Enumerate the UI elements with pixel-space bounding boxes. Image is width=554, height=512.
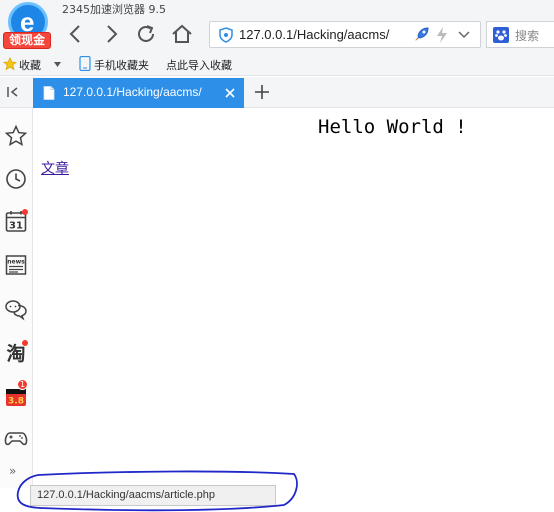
sidebar-calendar[interactable]: 31 — [4, 209, 28, 233]
promo-label: 3.8 — [8, 397, 24, 407]
back-button[interactable] — [64, 22, 88, 46]
mobile-phone-icon — [79, 56, 91, 71]
promo-count-badge: 1 — [17, 379, 28, 390]
import-bookmarks-link[interactable]: 点此导入收藏 — [166, 57, 232, 73]
shield-icon[interactable] — [218, 27, 234, 43]
address-bar[interactable]: 127.0.0.1/Hacking/aacms/ — [209, 21, 481, 48]
status-hover-url: 127.0.0.1/Hacking/aacms/article.php — [37, 489, 215, 501]
tab-bar: 127.0.0.1/Hacking/aacms/ — [0, 77, 554, 108]
caret-down-icon[interactable] — [54, 62, 61, 67]
bookmarks-bar: 收藏 手机收藏夹 点此导入收藏 — [0, 52, 554, 76]
notification-dot — [22, 340, 28, 346]
browser-logo[interactable]: e 领现金 — [2, 2, 52, 50]
news-label: news — [7, 259, 25, 266]
search-box[interactable]: 搜索 — [486, 21, 554, 48]
address-url[interactable]: 127.0.0.1/Hacking/aacms/ — [239, 27, 389, 42]
favorites-menu[interactable]: 收藏 — [19, 57, 41, 73]
browser-window: e 领现金 2345加速浏览器 9.5 127.0.0.1/Hacking/aa… — [0, 0, 554, 512]
star-icon — [3, 57, 17, 71]
status-bar: 127.0.0.1/Hacking/aacms/article.php — [30, 485, 276, 506]
baidu-paw-icon — [493, 27, 509, 43]
chat-bubbles-icon — [5, 300, 27, 321]
gamepad-icon — [4, 432, 28, 446]
tab-active[interactable]: 127.0.0.1/Hacking/aacms/ — [33, 78, 244, 108]
chevron-down-icon[interactable] — [458, 30, 470, 40]
close-icon[interactable] — [223, 86, 237, 100]
sidebar-promo[interactable]: 3.8 1 — [4, 379, 28, 407]
refresh-button[interactable] — [134, 22, 158, 46]
home-icon — [172, 24, 192, 43]
sidebar: 31 news 淘 3.8 1 » — [0, 108, 33, 488]
page-heading: Hello World ! — [318, 116, 467, 138]
sidebar-news[interactable]: news — [4, 253, 28, 277]
calendar-day: 31 — [9, 221, 23, 232]
document-icon — [43, 86, 55, 100]
newspaper-icon: news — [5, 255, 27, 275]
sidebar-history[interactable] — [4, 167, 28, 191]
title-bar: e 领现金 2345加速浏览器 9.5 127.0.0.1/Hacking/aa… — [0, 0, 554, 52]
chevron-right-icon — [107, 25, 118, 43]
mobile-bookmarks-link[interactable]: 手机收藏夹 — [94, 57, 149, 73]
article-link[interactable]: 文章 — [41, 158, 69, 178]
promo-cash-badge[interactable]: 领现金 — [3, 32, 51, 49]
lightning-icon[interactable] — [436, 27, 448, 43]
forward-button[interactable] — [99, 22, 123, 46]
sidebar-favorites[interactable] — [4, 124, 28, 148]
search-placeholder[interactable]: 搜索 — [515, 27, 539, 44]
sidebar-collapse-icon[interactable] — [6, 85, 20, 99]
clock-icon — [6, 169, 26, 189]
new-tab-plus-icon[interactable] — [254, 84, 270, 100]
sidebar-games[interactable] — [4, 426, 28, 450]
refresh-icon — [138, 25, 154, 42]
app-title: 2345加速浏览器 9.5 — [62, 3, 166, 16]
tab-title[interactable]: 127.0.0.1/Hacking/aacms/ — [63, 85, 202, 99]
chevron-left-icon — [69, 25, 80, 43]
notification-dot — [22, 209, 28, 215]
sidebar-taobao[interactable]: 淘 — [4, 340, 28, 365]
page-content: Hello World ! 文章 — [34, 108, 554, 512]
sidebar-more-button[interactable]: » — [9, 464, 16, 478]
star-outline-icon — [4, 124, 28, 146]
rocket-icon[interactable] — [413, 26, 430, 43]
sidebar-chat[interactable] — [4, 297, 28, 321]
home-button[interactable] — [170, 22, 194, 46]
